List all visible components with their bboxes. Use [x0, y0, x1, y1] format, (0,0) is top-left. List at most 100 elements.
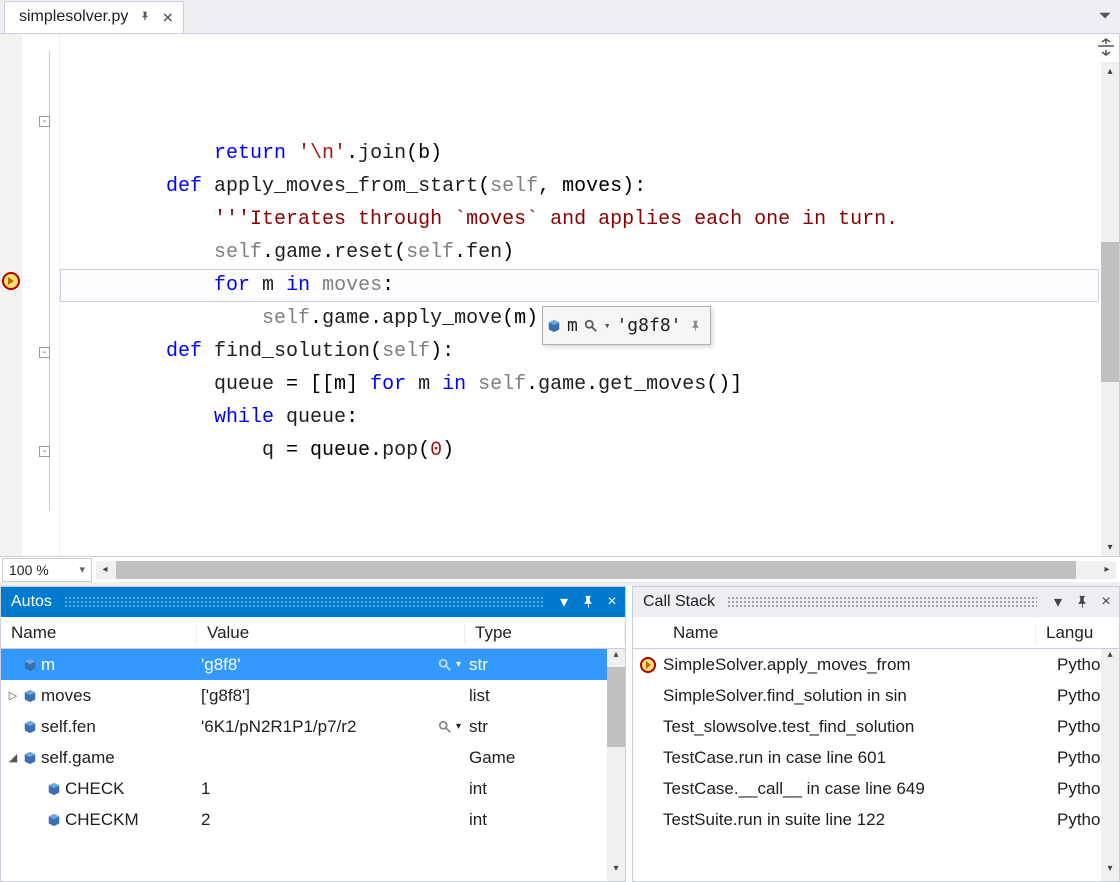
- code-line[interactable]: self.game.reset(self.fen): [70, 236, 1119, 269]
- autos-row[interactable]: ◢self.gameGame: [1, 742, 625, 773]
- code-line[interactable]: self.game.apply_move(m): [70, 302, 1119, 335]
- column-header-type[interactable]: Type: [465, 623, 625, 643]
- code-line[interactable]: return '\n'.join(b): [70, 137, 1119, 170]
- autos-panel: Autos ▾ × Name Value Type m'g8f8'▾str▷mo…: [0, 586, 626, 882]
- tab-filename: simplesolver.py: [19, 8, 128, 26]
- visualizer-dropdown-icon[interactable]: ▾: [456, 721, 461, 732]
- var-value: '6K1/pN2R1P1/p7/r2: [201, 717, 356, 737]
- code-line[interactable]: q = queue.pop(0): [70, 434, 1119, 467]
- code-line[interactable]: def apply_moves_from_start(self, moves):: [70, 170, 1119, 203]
- frame-name: TestCase.run in case line 601: [663, 748, 1057, 768]
- scroll-right-icon[interactable]: ▸: [1098, 561, 1116, 579]
- autos-panel-header[interactable]: Autos ▾ ×: [1, 587, 625, 617]
- code-line[interactable]: for m in moves:: [70, 269, 1119, 302]
- callstack-panel: Call Stack ▾ × Name Langu SimpleSolver.a…: [632, 586, 1120, 882]
- autos-row[interactable]: ▷moves['g8f8']list: [1, 680, 625, 711]
- callstack-frame[interactable]: TestCase.run in case line 601Pytho: [633, 742, 1119, 773]
- callstack-frame[interactable]: TestSuite.run in suite line 122Pytho: [633, 804, 1119, 835]
- bottom-tool-windows: Autos ▾ × Name Value Type m'g8f8'▾str▷mo…: [0, 582, 1120, 882]
- callstack-frame[interactable]: SimpleSolver.find_solution in sinPytho: [633, 680, 1119, 711]
- var-type: int: [469, 810, 487, 830]
- autos-row[interactable]: CHECKM 2 int: [1, 804, 625, 835]
- var-type: Game: [469, 748, 515, 768]
- expand-icon[interactable]: ◢: [7, 751, 19, 764]
- fold-toggle[interactable]: -: [39, 347, 50, 358]
- close-icon[interactable]: ×: [603, 593, 621, 611]
- var-type: str: [469, 655, 488, 675]
- var-value: 'g8f8': [201, 655, 241, 675]
- zoom-value: 100 %: [9, 562, 49, 578]
- autos-row[interactable]: CHECK1int: [1, 773, 625, 804]
- var-value: 1: [201, 779, 210, 799]
- pin-icon[interactable]: [579, 593, 597, 611]
- callstack-scrollbar[interactable]: ▴ ▾: [1101, 649, 1119, 881]
- close-icon[interactable]: ×: [162, 7, 173, 28]
- callstack-grid-header[interactable]: Name Langu: [633, 617, 1119, 649]
- code-line[interactable]: def find_solution(self):: [70, 335, 1119, 368]
- autos-row[interactable]: self.fen'6K1/pN2R1P1/p7/r2▾str: [1, 711, 625, 742]
- variable-icon: [23, 658, 37, 672]
- frame-name: SimpleSolver.apply_moves_from: [663, 655, 1057, 675]
- callstack-frame[interactable]: SimpleSolver.apply_moves_fromPytho: [633, 649, 1119, 680]
- frame-name: TestCase.__call__ in case line 649: [663, 779, 1057, 799]
- autos-row[interactable]: m'g8f8'▾str: [1, 649, 625, 680]
- frame-name: Test_slowsolve.test_find_solution: [663, 717, 1057, 737]
- zoom-combo[interactable]: 100 %: [2, 558, 92, 582]
- column-header-language[interactable]: Langu: [1036, 623, 1098, 643]
- close-icon[interactable]: ×: [1097, 593, 1115, 611]
- pin-icon[interactable]: [140, 8, 150, 26]
- var-value: 2: [201, 810, 210, 830]
- autos-grid-header[interactable]: Name Value Type: [1, 617, 625, 649]
- variable-icon: [47, 782, 61, 796]
- autos-scrollbar[interactable]: ▴ ▾: [607, 649, 625, 881]
- fold-toggle[interactable]: -: [39, 446, 50, 457]
- document-tab[interactable]: simplesolver.py ×: [4, 1, 184, 33]
- document-tab-bar: simplesolver.py ×: [0, 0, 1120, 34]
- scroll-up-icon[interactable]: ▴: [1101, 62, 1119, 80]
- callstack-grid-body: SimpleSolver.apply_moves_fromPythoSimple…: [633, 649, 1119, 881]
- code-line[interactable]: while queue:: [70, 401, 1119, 434]
- fold-toggle[interactable]: -: [39, 116, 50, 127]
- var-value: ['g8f8']: [201, 686, 250, 706]
- variable-icon: [23, 751, 37, 765]
- visualizer-icon[interactable]: [438, 658, 452, 672]
- scroll-down-icon[interactable]: ▾: [1101, 538, 1119, 556]
- callstack-panel-header[interactable]: Call Stack ▾ ×: [633, 587, 1119, 617]
- code-line[interactable]: '''Iterates through `moves` and applies …: [70, 203, 1119, 236]
- scroll-up-icon[interactable]: ▴: [1101, 649, 1119, 667]
- current-statement-icon[interactable]: [2, 272, 20, 290]
- panel-title: Call Stack: [643, 593, 715, 611]
- scroll-down-icon[interactable]: ▾: [1101, 863, 1119, 881]
- panel-title: Autos: [11, 593, 52, 611]
- code-area[interactable]: return '\n'.join(b) def apply_moves_from…: [60, 34, 1119, 556]
- callstack-frame[interactable]: Test_slowsolve.test_find_solutionPytho: [633, 711, 1119, 742]
- code-line[interactable]: queue = [[m] for m in self.game.get_move…: [70, 368, 1119, 401]
- panel-grip[interactable]: [64, 596, 543, 608]
- autos-grid-body: m'g8f8'▾str▷moves['g8f8']listself.fen'6K…: [1, 649, 625, 881]
- panel-grip[interactable]: [727, 596, 1037, 608]
- window-menu-icon[interactable]: ▾: [1049, 593, 1067, 611]
- split-editor-icon[interactable]: [1095, 36, 1117, 58]
- callstack-frame[interactable]: TestCase.__call__ in case line 649Pytho: [633, 773, 1119, 804]
- column-header-name[interactable]: Name: [663, 623, 1036, 643]
- var-type: list: [469, 686, 490, 706]
- tab-overflow-icon[interactable]: [1096, 6, 1114, 27]
- var-name: CHECKM: [65, 810, 139, 830]
- column-header-value[interactable]: Value: [197, 623, 465, 643]
- editor-horizontal-scrollbar[interactable]: ◂ ▸: [96, 561, 1116, 579]
- scroll-up-icon[interactable]: ▴: [607, 649, 625, 667]
- window-menu-icon[interactable]: ▾: [555, 593, 573, 611]
- expand-icon[interactable]: ▷: [7, 689, 19, 702]
- var-name: self.fen: [41, 717, 96, 737]
- visualizer-icon[interactable]: [438, 720, 452, 734]
- scroll-down-icon[interactable]: ▾: [607, 863, 625, 881]
- visualizer-dropdown-icon[interactable]: ▾: [456, 659, 461, 670]
- var-type: int: [469, 779, 487, 799]
- editor-gutter: - - -: [0, 34, 60, 556]
- code-editor[interactable]: - - - return '\n'.join(b) def apply_moves_…: [0, 34, 1120, 556]
- scrollbar-thumb[interactable]: [116, 561, 1076, 579]
- scrollbar-thumb[interactable]: [607, 667, 625, 747]
- column-header-name[interactable]: Name: [1, 623, 197, 643]
- scroll-left-icon[interactable]: ◂: [96, 561, 114, 579]
- pin-icon[interactable]: [1073, 593, 1091, 611]
